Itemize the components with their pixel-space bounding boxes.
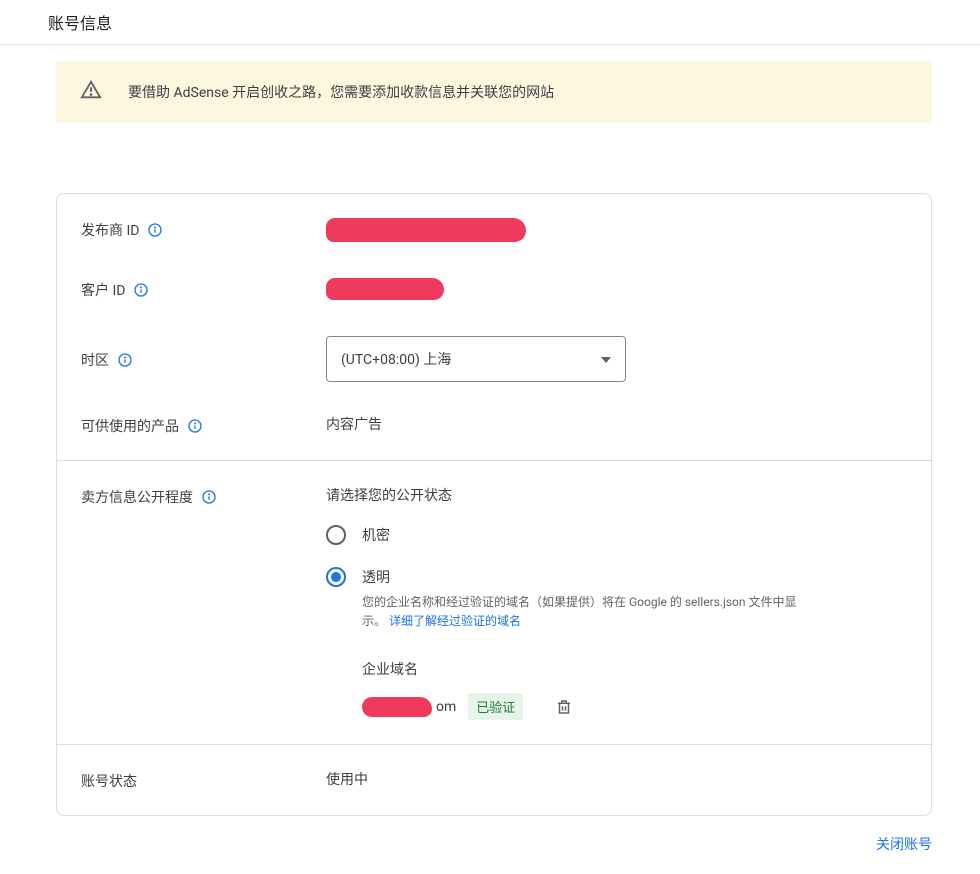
radio-private[interactable]: 机密	[326, 525, 907, 545]
chevron-down-icon	[601, 351, 611, 367]
field-label: 发布商 ID	[81, 218, 326, 240]
settings-card: 发布商 ID 客户 ID	[56, 193, 932, 816]
field-customer-id: 客户 ID	[81, 278, 907, 304]
radio-description: 您的企业名称和经过验证的域名（如果提供）将在 Google 的 sellers.…	[362, 593, 802, 631]
footer: 关闭账号	[56, 834, 932, 854]
field-status: 账号状态 使用中	[81, 769, 907, 791]
field-label: 卖方信息公开程度	[81, 485, 326, 507]
alert-banner: 要借助 AdSense 开启创收之路，您需要添加收款信息并关联您的网站	[56, 61, 932, 123]
visibility-prompt: 请选择您的公开状态	[326, 485, 907, 505]
delete-icon[interactable]	[555, 697, 573, 717]
field-label: 客户 ID	[81, 278, 326, 300]
info-icon[interactable]	[117, 352, 133, 368]
field-label: 时区	[81, 336, 326, 370]
radio-icon-checked[interactable]	[326, 567, 346, 587]
field-timezone: 时区 (UTC+08:00) 上海	[81, 336, 907, 382]
redacted-content	[362, 697, 432, 717]
alert-text: 要借助 AdSense 开启创收之路，您需要添加收款信息并关联您的网站	[128, 82, 554, 102]
info-icon[interactable]	[201, 489, 217, 505]
field-value-redacted	[326, 218, 907, 246]
info-icon[interactable]	[133, 282, 149, 298]
section-status: 账号状态 使用中	[57, 744, 931, 815]
radio-label: 透明	[362, 567, 907, 587]
select-value: (UTC+08:00) 上海	[341, 349, 451, 369]
radio-transparent[interactable]: 透明 您的企业名称和经过验证的域名（如果提供）将在 Google 的 selle…	[326, 567, 907, 631]
field-value: (UTC+08:00) 上海	[326, 336, 907, 382]
timezone-select[interactable]: (UTC+08:00) 上海	[326, 336, 626, 382]
domain-label: 企业域名	[362, 659, 907, 679]
visibility-content: 请选择您的公开状态 机密 透明	[326, 485, 907, 720]
radio-label: 机密	[362, 525, 907, 545]
field-value-redacted	[326, 278, 907, 304]
field-products: 可供使用的产品 内容广告	[81, 414, 907, 436]
field-label: 账号状态	[81, 769, 326, 791]
section-visibility: 卖方信息公开程度 请选择您的公开状态 机密	[57, 460, 931, 744]
close-account-link[interactable]: 关闭账号	[876, 837, 932, 853]
redacted-content	[326, 278, 444, 300]
field-value: 内容广告	[326, 414, 907, 434]
section-account-ids: 发布商 ID 客户 ID	[57, 194, 931, 460]
domain-suffix: om	[436, 699, 456, 715]
radio-group: 机密 透明 您的企业名称和经过验证的域名（如果提供）将在 Google 的 se…	[326, 525, 907, 631]
page-header: 账号信息	[0, 0, 980, 45]
info-icon[interactable]	[187, 418, 203, 434]
info-icon[interactable]	[147, 222, 163, 238]
field-label: 可供使用的产品	[81, 414, 326, 436]
warning-icon	[80, 79, 128, 105]
content: 要借助 AdSense 开启创收之路，您需要添加收款信息并关联您的网站 发布商 …	[0, 61, 980, 874]
learn-more-link[interactable]: 详细了解经过验证的域名	[389, 614, 521, 628]
field-publisher-id: 发布商 ID	[81, 218, 907, 246]
page-title: 账号信息	[48, 10, 932, 34]
field-visibility: 卖方信息公开程度 请选择您的公开状态 机密	[81, 485, 907, 720]
verified-badge: 已验证	[468, 693, 523, 720]
field-value: 使用中	[326, 769, 907, 789]
radio-icon[interactable]	[326, 525, 346, 545]
redacted-content	[326, 218, 526, 242]
domain-row: om 已验证	[362, 693, 907, 720]
domain-block: 企业域名 om 已验证	[362, 659, 907, 720]
